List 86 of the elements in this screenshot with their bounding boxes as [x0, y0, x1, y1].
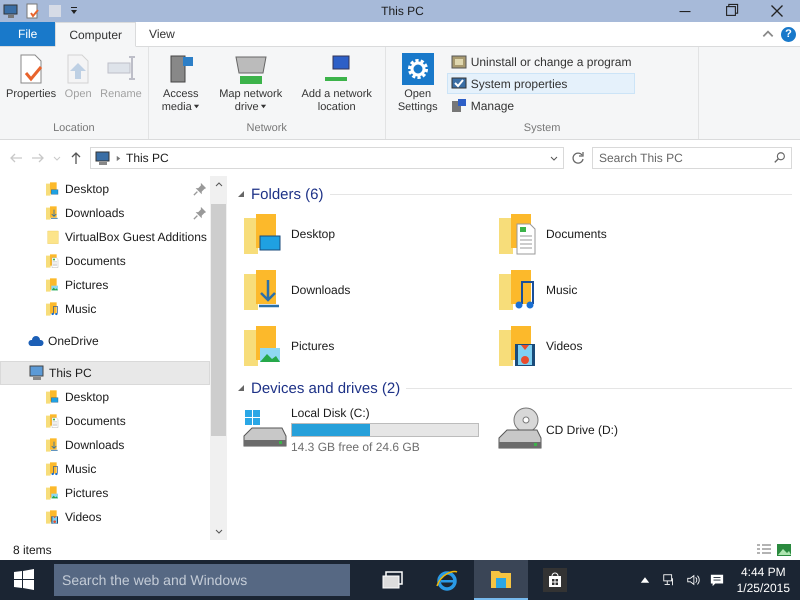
collapse-triangle-icon[interactable] — [237, 384, 245, 392]
folder-tile[interactable]: Documents — [496, 206, 751, 262]
item-count: 8 items — [13, 543, 52, 557]
documents-folder-icon — [45, 253, 61, 269]
clock-time[interactable]: 4:44 PM — [740, 564, 786, 580]
ribbon-small-button[interactable]: Manage — [446, 95, 636, 116]
computer-icon — [95, 150, 111, 166]
computer-icon — [29, 365, 45, 381]
sidebar-item[interactable]: Music — [0, 297, 210, 321]
ribbon-tab[interactable]: View — [136, 22, 188, 46]
ribbon-tab[interactable]: Computer — [55, 22, 136, 47]
sidebar-item[interactable]: Downloads — [0, 433, 210, 457]
volume-icon[interactable] — [686, 573, 700, 587]
drive-tile[interactable]: CD Drive (D:) — [496, 400, 751, 460]
help-button[interactable]: ? — [781, 26, 796, 42]
desktop-folder-icon — [45, 389, 61, 405]
clock-date[interactable]: 1/25/2015 — [736, 580, 790, 596]
search-icon[interactable] — [773, 151, 787, 165]
taskbar-search-field[interactable]: Search the web and Windows — [54, 564, 350, 596]
caret-icon[interactable] — [260, 103, 267, 110]
folder-tile[interactable]: Pictures — [241, 318, 496, 374]
refresh-icon[interactable] — [570, 150, 586, 166]
store-icon — [543, 568, 567, 592]
pin-icon[interactable] — [193, 182, 207, 196]
hard-drive-icon — [244, 428, 286, 446]
cloud-icon — [28, 333, 44, 349]
videos-folder-icon — [45, 509, 61, 525]
window-title: This PC — [380, 4, 425, 18]
taskbar-app[interactable] — [474, 560, 528, 600]
folder-tile[interactable]: Downloads — [241, 262, 496, 318]
ribbon-group-label: Network — [246, 122, 288, 136]
pictures-folder-icon — [45, 277, 61, 293]
computer-management-icon — [450, 98, 467, 114]
sidebar-item[interactable]: Pictures — [0, 481, 210, 505]
folder-tile[interactable]: Desktop — [241, 206, 496, 262]
sidebar-item[interactable]: This PC — [0, 361, 210, 385]
address-field[interactable]: This PC — [90, 147, 564, 169]
drive-tile[interactable]: Local Disk (C:) 14.3 GB free of 24.6 GB — [241, 400, 496, 460]
sidebar-item[interactable]: Documents — [0, 409, 210, 433]
ribbon-button[interactable]: Access media — [152, 51, 210, 122]
sidebar-item[interactable]: VirtualBox Guest Additions — [0, 225, 210, 249]
large-icons-view-icon[interactable] — [776, 542, 792, 558]
sidebar-item[interactable]: OneDrive — [0, 329, 210, 353]
sidebar-item[interactable]: Pictures — [0, 273, 210, 297]
group-heading: Folders (6) — [251, 186, 324, 202]
sidebar-item[interactable]: Music — [0, 457, 210, 481]
scrollbar[interactable] — [210, 176, 227, 540]
breadcrumb[interactable]: This PC — [126, 151, 169, 165]
chevron-right-icon[interactable] — [115, 154, 122, 162]
pictures-folder-icon — [45, 485, 61, 501]
program-box-icon — [450, 54, 467, 70]
ribbon-small-button[interactable]: Uninstall or change a program — [446, 51, 636, 72]
ribbon-button[interactable]: Add a network location — [292, 51, 382, 122]
sidebar-item[interactable]: Downloads — [0, 201, 210, 225]
ribbon-button[interactable]: Open Settings — [388, 51, 447, 122]
free-space-text: 14.3 GB free of 24.6 GB — [291, 440, 421, 454]
computer-icon[interactable] — [3, 3, 19, 19]
ribbon-button[interactable]: Properties — [3, 51, 60, 122]
caret-icon[interactable] — [192, 103, 200, 110]
documents-folder-icon — [45, 413, 61, 429]
ribbon-button[interactable]: Map network drive — [210, 51, 292, 122]
ribbon-group-label: Location — [52, 122, 96, 136]
document-check-icon[interactable] — [25, 3, 41, 19]
collapse-triangle-icon[interactable] — [237, 190, 245, 198]
sidebar-item[interactable]: Videos — [0, 505, 210, 529]
caret-icon[interactable] — [69, 6, 79, 16]
search-field[interactable]: Search This PC — [592, 147, 792, 169]
folder-tile[interactable]: Music — [496, 262, 751, 318]
desktop-folder-icon — [45, 181, 61, 197]
group-heading: Devices and drives (2) — [251, 380, 400, 396]
sidebar-item[interactable]: Documents — [0, 249, 210, 273]
network-icon[interactable] — [662, 573, 676, 587]
monitor-check-icon — [450, 76, 467, 92]
start-icon[interactable] — [12, 568, 36, 592]
pin-icon[interactable] — [193, 206, 207, 220]
ribbon-small-button[interactable]: System properties — [446, 73, 636, 94]
notification-icon[interactable] — [710, 573, 724, 587]
scrollbar-thumb[interactable] — [211, 204, 226, 436]
windows-logo-icon — [245, 410, 260, 425]
browser-icon — [435, 568, 459, 592]
ribbon-tab[interactable]: File — [0, 22, 56, 46]
settings-icon — [402, 53, 434, 85]
ribbon-group-label: System — [522, 122, 562, 136]
sidebar-item[interactable]: Desktop — [0, 177, 210, 201]
sidebar-item[interactable]: Desktop — [0, 385, 210, 409]
folder-tile[interactable]: Videos — [496, 318, 751, 374]
